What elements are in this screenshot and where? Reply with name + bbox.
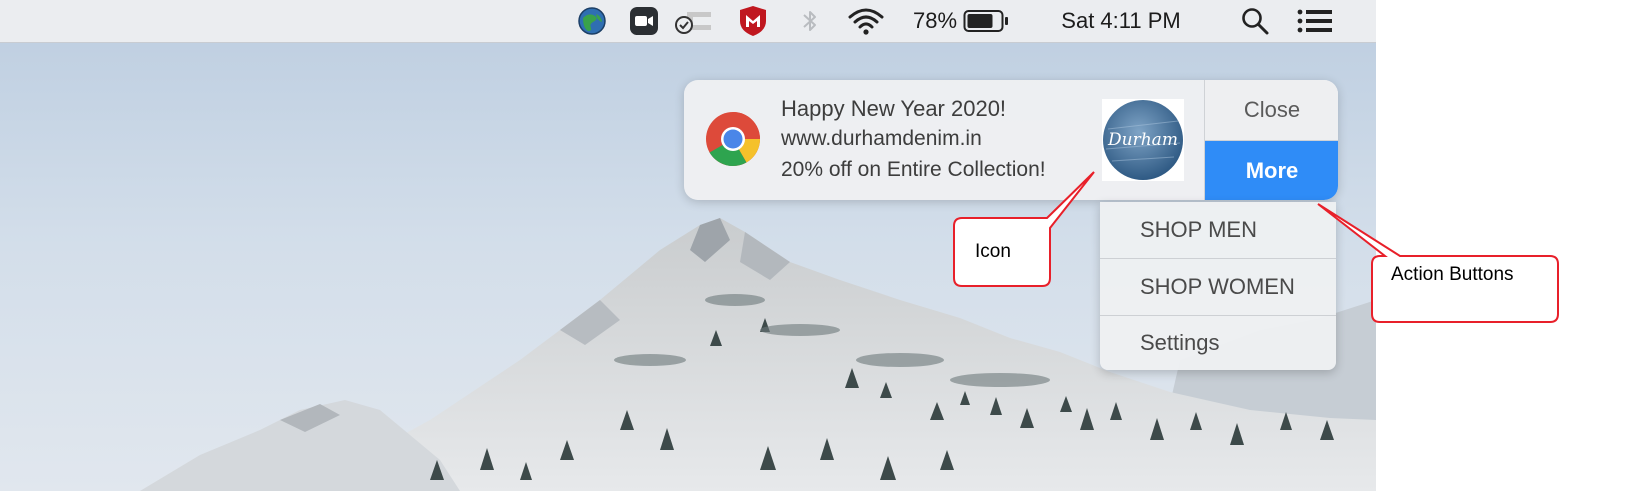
actions-callout-box	[1317, 203, 1559, 323]
icon-callout-box	[953, 171, 1095, 287]
actions-callout-label: Action Buttons	[1391, 264, 1514, 285]
icon-callout-label: Icon	[975, 241, 1011, 262]
annotation-layer	[953, 171, 1559, 323]
